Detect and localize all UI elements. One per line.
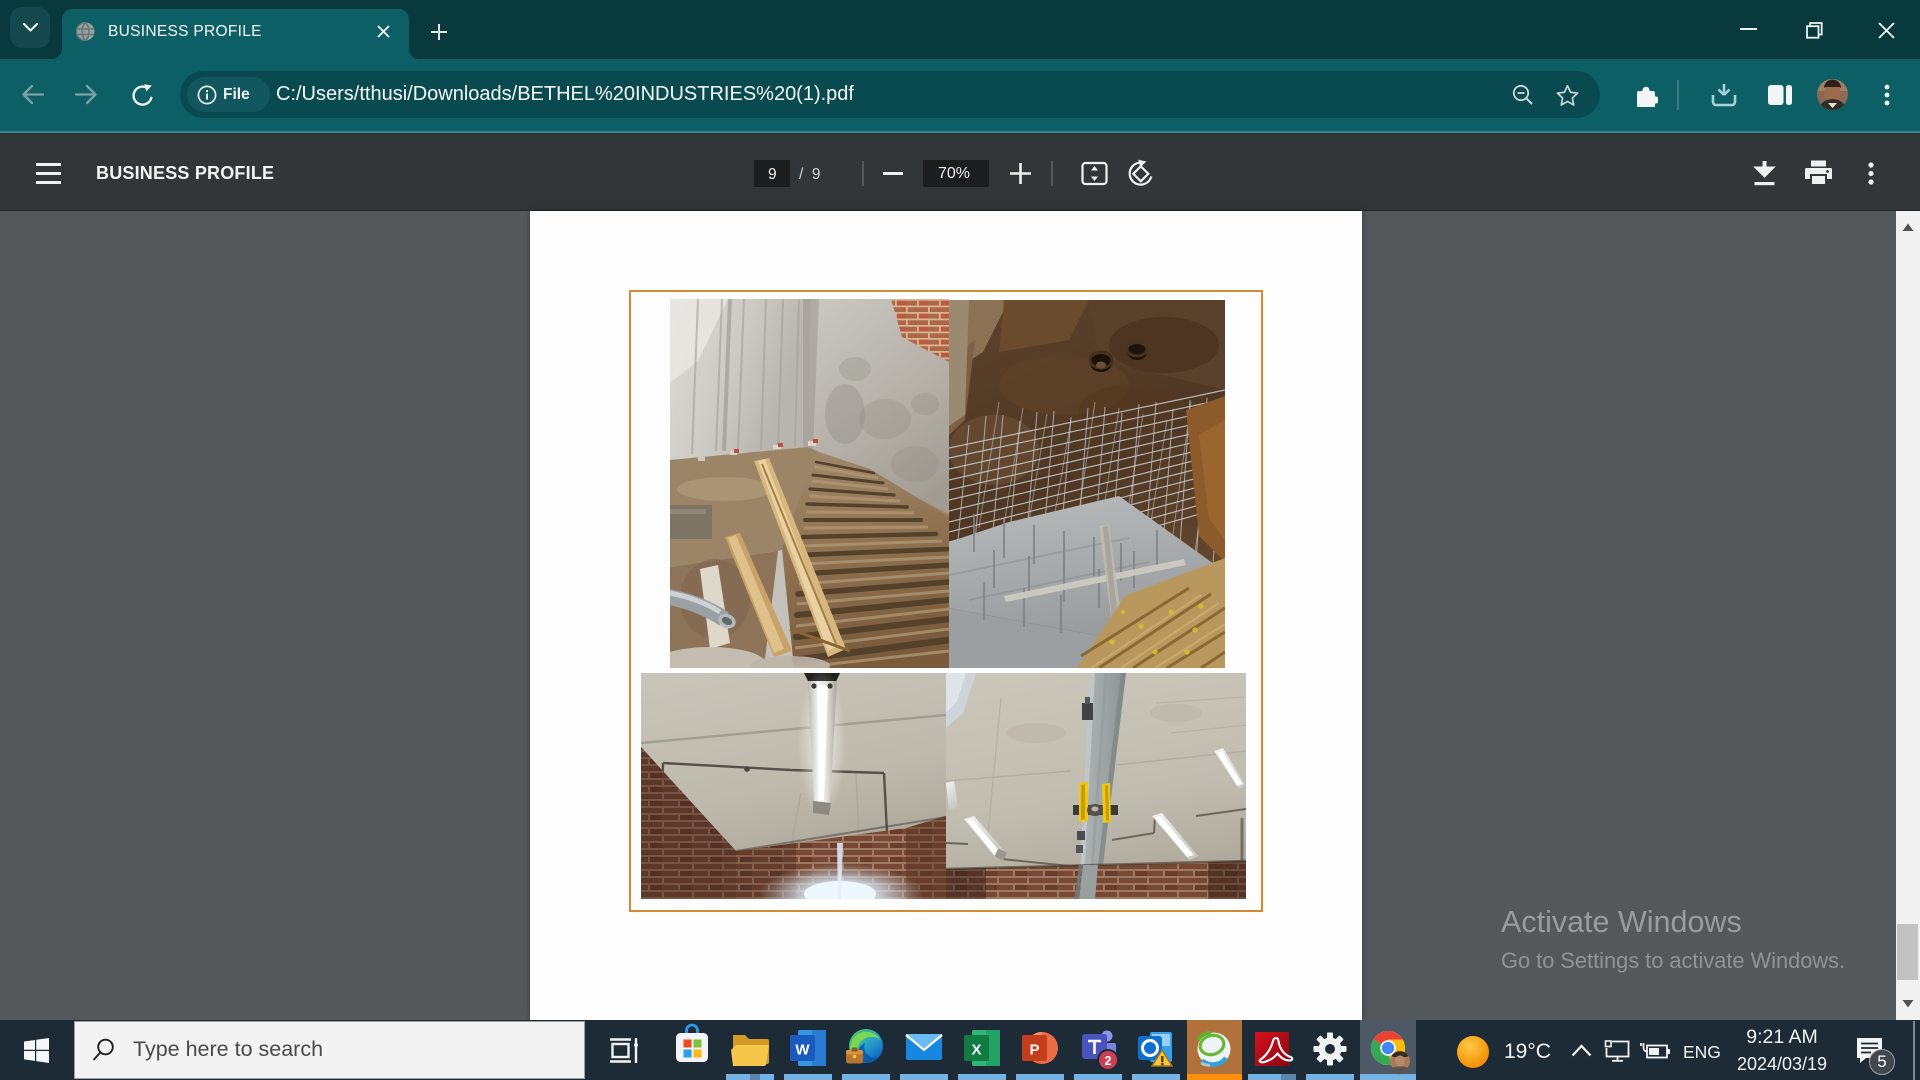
svg-text:W: W [795,1042,810,1059]
svg-text:P: P [1029,1042,1039,1059]
svg-text:X: X [971,1042,981,1059]
svg-text:2: 2 [1105,1054,1112,1068]
